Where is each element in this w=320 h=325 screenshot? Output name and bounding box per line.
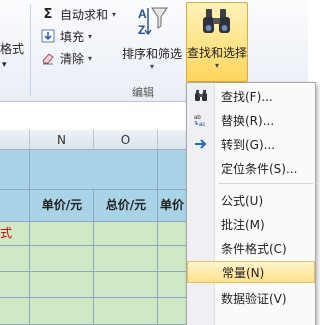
column-header-o[interactable]: O <box>94 130 158 150</box>
menu-item-replace[interactable]: ab ac 替换(R)... <box>187 109 315 131</box>
menu-item-data-validation[interactable]: 数据验证(V) <box>187 287 315 309</box>
menu-item-label: 数据验证(V) <box>221 291 287 306</box>
find-select-button[interactable]: 查找和选择 ▾ <box>186 2 248 82</box>
menu-item-goto[interactable]: 转到(G)... <box>187 133 315 155</box>
cell-merged[interactable] <box>30 150 158 190</box>
autosum-button[interactable]: Σ 自动求和 ▾ <box>40 4 116 24</box>
cell[interactable] <box>0 246 30 272</box>
cell[interactable] <box>94 222 158 246</box>
menu-item-label: 定位条件(S)... <box>221 161 298 176</box>
fill-down-icon <box>40 28 56 44</box>
binoculars-icon <box>200 3 234 40</box>
cell[interactable] <box>158 298 188 325</box>
menu-item-conditional-format[interactable]: 条件格式(C) <box>187 237 315 259</box>
clear-button[interactable]: 清除 ▾ <box>40 48 92 68</box>
cell[interactable] <box>158 272 188 298</box>
cell[interactable] <box>30 272 94 298</box>
cell[interactable] <box>30 222 94 246</box>
cell[interactable] <box>94 246 158 272</box>
ribbon-separator <box>30 4 31 96</box>
arrow-right-icon <box>187 138 215 150</box>
clear-label: 清除 <box>60 51 85 66</box>
find-select-label: 查找和选择 <box>187 46 248 60</box>
menu-item-label: 批注(M) <box>221 217 265 232</box>
find-select-menu: 查找(F)... ab ac 替换(R)... 转到(G)... 定位条件(S).… <box>186 82 316 325</box>
sort-filter-label: 排序和筛选 <box>121 47 182 61</box>
chevron-down-icon[interactable]: ▾ <box>88 54 92 63</box>
cell[interactable] <box>158 222 188 246</box>
menu-item-label: 常量(N) <box>222 265 265 280</box>
chevron-down-icon[interactable]: ▾ <box>215 61 219 70</box>
svg-text:ab: ab <box>194 115 201 121</box>
svg-text:Z: Z <box>138 23 145 37</box>
sort-filter-button[interactable]: A Z 排序和筛选 ▾ <box>118 4 186 82</box>
chevron-down-icon[interactable]: ▾ <box>88 32 92 41</box>
editing-group-label: 编辑 <box>132 86 154 99</box>
cell[interactable] <box>30 246 94 272</box>
replace-icon: ab ac <box>187 113 215 127</box>
header-total-price: 总价/元 <box>105 198 147 212</box>
menu-item-label: 替换(R)... <box>221 113 275 128</box>
chevron-down-icon[interactable]: ▾ <box>112 10 116 19</box>
menu-item-comments[interactable]: 批注(M) <box>187 213 315 235</box>
fill-button[interactable]: 填充 ▾ <box>40 26 92 46</box>
menu-item-formulas[interactable]: 公式(U) <box>187 189 315 211</box>
cell-partial-text: 式 <box>0 226 13 240</box>
cell[interactable] <box>94 272 158 298</box>
cell[interactable] <box>30 298 94 325</box>
autosum-label: 自动求和 <box>60 7 109 22</box>
column-header-partial[interactable] <box>0 130 30 150</box>
sigma-icon: Σ <box>43 6 53 22</box>
menu-item-label: 条件格式(C) <box>221 241 287 256</box>
menu-item-label: 公式(U) <box>221 193 264 208</box>
menu-item-constants[interactable]: 常量(N) <box>187 261 315 283</box>
column-header-n[interactable]: N <box>30 130 94 150</box>
svg-text:ac: ac <box>199 122 205 127</box>
cell[interactable] <box>0 272 30 298</box>
eraser-icon <box>40 50 56 66</box>
format-button-partial[interactable]: 格式 <box>0 40 24 57</box>
svg-text:A: A <box>138 7 147 21</box>
chevron-down-icon[interactable]: ▾ <box>150 62 154 71</box>
cell[interactable] <box>94 298 158 325</box>
fill-label: 填充 <box>60 29 85 44</box>
menu-item-label: 转到(G)... <box>221 137 276 152</box>
sort-filter-icon: A Z <box>135 4 169 41</box>
cell[interactable] <box>158 150 188 190</box>
binoculars-icon <box>187 90 215 102</box>
column-header-partial[interactable] <box>158 130 188 150</box>
menu-item-label: 查找(F)... <box>221 89 273 104</box>
cell[interactable] <box>0 150 30 190</box>
cell[interactable] <box>0 298 30 325</box>
cell[interactable] <box>158 246 188 272</box>
menu-item-find[interactable]: 查找(F)... <box>187 85 315 107</box>
menu-item-goto-special[interactable]: 定位条件(S)... <box>187 157 315 179</box>
menu-separator <box>219 183 313 184</box>
format-dropdown-arrow[interactable]: ▾ <box>2 60 7 70</box>
cell[interactable] <box>0 190 30 222</box>
header-unit-price: 单价/元 <box>41 198 83 212</box>
